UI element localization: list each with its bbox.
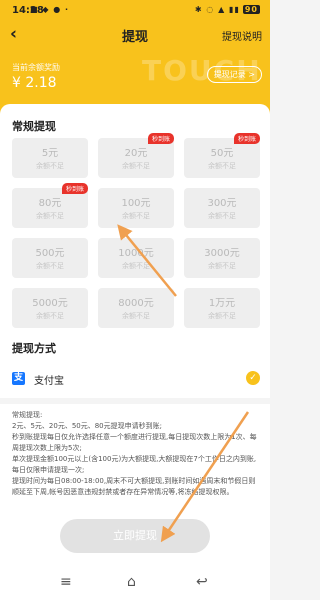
nav-bar: ‹ 提现 提现说明 [0, 22, 270, 48]
amount-option[interactable]: 5元 余额不足 [12, 138, 88, 178]
rules-line: 秒到账提现每日仅允许选择任意一个额度进行提现,每日提现次数上限为1次、每周提现次… [12, 433, 257, 452]
system-nav-bar: ≡ ⌂ ↩ [0, 568, 270, 600]
rules-line: 提现时间为每日08:00-18:00,周末不可大额提现,到账时间如遇周末和节假日… [12, 477, 256, 496]
withdraw-method-title: 提现方式 [12, 342, 56, 355]
alipay-icon: 支 [12, 372, 25, 385]
amount-status: 余额不足 [36, 312, 64, 320]
checkmark-icon: ✓ [246, 371, 260, 385]
amount-value: 3000元 [204, 248, 240, 259]
system-icons: ✱ ◌ ▲ ▮▮ 90 [195, 5, 260, 14]
amount-option[interactable]: 1000元 余额不足 [98, 238, 174, 278]
amount-status: 余额不足 [208, 212, 236, 220]
withdraw-record-button[interactable]: 提现记录 > [206, 66, 262, 83]
amount-status: 余额不足 [36, 262, 64, 270]
amount-option[interactable]: 5000元 余额不足 [12, 288, 88, 328]
amount-status: 余额不足 [36, 212, 64, 220]
menu-icon[interactable]: ≡ [60, 574, 72, 590]
amount-value: 50元 [210, 148, 234, 159]
amount-option[interactable]: 3000元 余额不足 [184, 238, 260, 278]
amount-value: 5元 [41, 148, 59, 159]
alipay-label: 支付宝 [34, 376, 64, 387]
amount-status: 余额不足 [208, 262, 236, 270]
amount-status: 余额不足 [36, 162, 64, 170]
withdraw-now-button[interactable]: 立即提现 [60, 519, 210, 553]
amount-value: 1000元 [118, 248, 154, 259]
amount-option[interactable]: 100元 余额不足 [98, 188, 174, 228]
amount-value: 100元 [121, 198, 151, 209]
status-bar: 14:28 ■ ◆ ● · ✱ ◌ ▲ ▮▮ 90 [0, 0, 270, 22]
regular-withdraw-title: 常规提现 [12, 120, 56, 133]
notification-icons: ■ ◆ ● · [30, 5, 70, 14]
rules-line: 2元、5元、20元、50元、80元提现申请秒到账; [12, 422, 162, 430]
amount-option[interactable]: 8000元 余额不足 [98, 288, 174, 328]
amount-value: 5000元 [32, 298, 68, 309]
home-icon[interactable]: ⌂ [127, 574, 136, 590]
amount-option[interactable]: 秒到账 80元 余额不足 [12, 183, 88, 228]
amount-option[interactable]: 300元 余额不足 [184, 188, 260, 228]
amount-option[interactable]: 秒到账 50元 余额不足 [184, 133, 260, 178]
amount-value: 500元 [35, 248, 65, 259]
instant-tag: 秒到账 [61, 183, 88, 194]
amount-option[interactable]: 500元 余额不足 [12, 238, 88, 278]
battery-icon: 90 [242, 5, 260, 14]
amount-status: 余额不足 [122, 312, 150, 320]
instant-tag: 秒到账 [147, 133, 174, 144]
amount-status: 余额不足 [122, 162, 150, 170]
amount-value: 80元 [38, 198, 62, 209]
amount-value: 8000元 [118, 298, 154, 309]
amount-value: 300元 [207, 198, 237, 209]
rules-line: 单次提现金额100元以上(含100元)为大额提现,大额提现在7个工作日之内到账,… [12, 455, 257, 474]
rules-line: 常规提现: [12, 411, 43, 419]
amount-value: 1万元 [208, 298, 236, 309]
amount-value: 20元 [124, 148, 148, 159]
back-nav-icon[interactable]: ↩ [196, 574, 208, 590]
amount-option[interactable]: 秒到账 20元 余额不足 [98, 133, 174, 178]
withdraw-help-link[interactable]: 提现说明 [222, 28, 262, 43]
section-divider [0, 398, 270, 404]
withdraw-rules: 常规提现: 2元、5元、20元、50元、80元提现申请秒到账; 秒到账提现每日仅… [12, 410, 262, 498]
amount-status: 余额不足 [208, 312, 236, 320]
amount-status: 余额不足 [122, 212, 150, 220]
amount-status: 余额不足 [208, 162, 236, 170]
amount-status: 余额不足 [122, 262, 150, 270]
instant-tag: 秒到账 [233, 133, 260, 144]
amount-option[interactable]: 1万元 余额不足 [184, 288, 260, 328]
signal-icons: ✱ ◌ ▲ ▮▮ [194, 5, 240, 14]
alipay-option[interactable]: 支 支付宝 ✓ [12, 370, 260, 390]
